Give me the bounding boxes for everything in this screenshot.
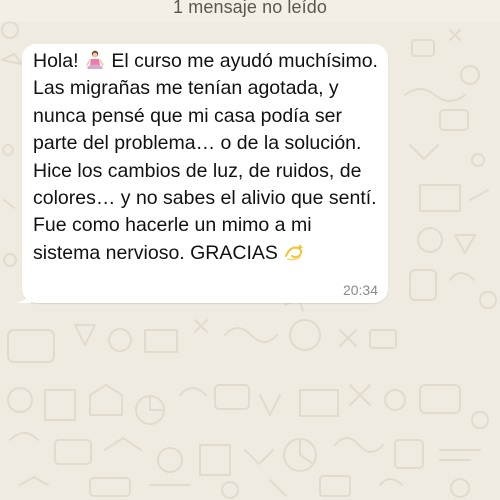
bubble-tail [15, 287, 31, 303]
unread-messages-banner: 1 mensaje no leído [0, 0, 500, 22]
dizzy-emoji [285, 243, 304, 261]
unread-messages-label: 1 mensaje no leído [173, 0, 327, 17]
message-greeting: Hola! [33, 50, 84, 72]
person-in-lotus-position-emoji [86, 50, 104, 69]
incoming-message-bubble[interactable]: Hola! El curso me ayudó muchísimo. Las m… [15, 44, 388, 303]
message-text: Hola! El curso me ayudó muchísimo. Las m… [33, 48, 383, 267]
message-timestamp: 20:34 [342, 282, 378, 298]
message-body: El curso me ayudó muchísimo. Las migraña… [33, 50, 378, 264]
